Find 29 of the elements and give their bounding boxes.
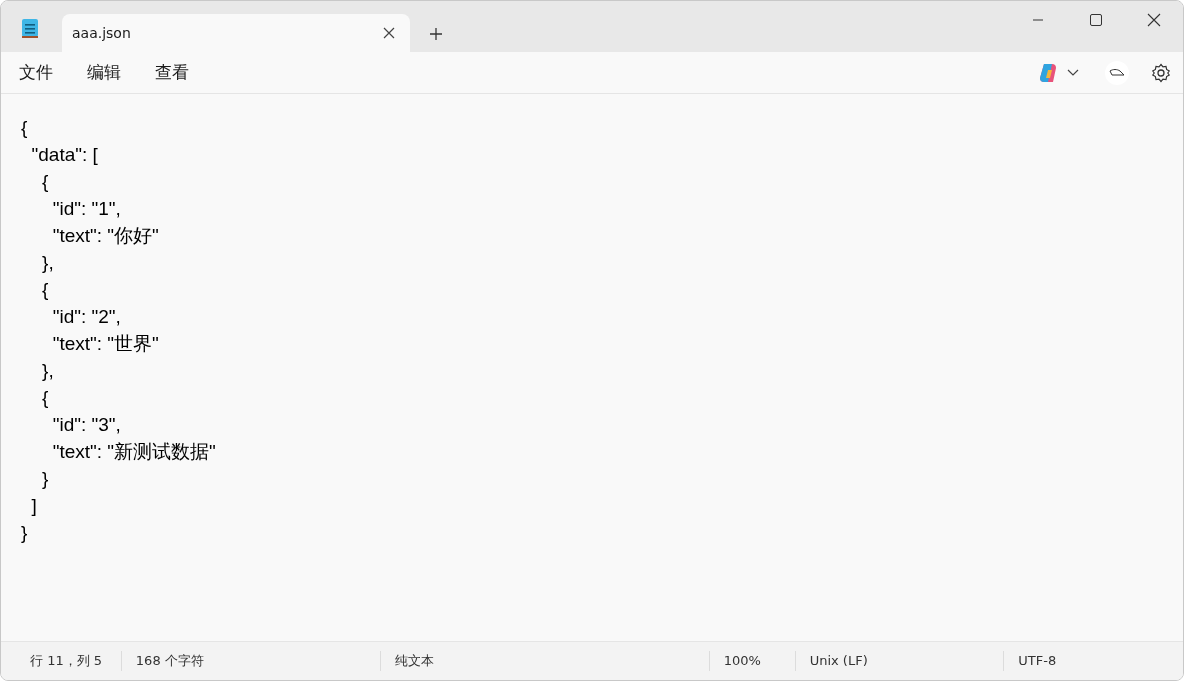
status-text: Unix (LF) [794, 651, 1004, 671]
menu-item[interactable]: 编辑 [77, 57, 131, 88]
code-line: "text": "你好" [51, 224, 160, 248]
code-line: "text": "新测试数据" [51, 440, 217, 464]
code-line: "id": "2", [51, 305, 122, 329]
notepad-icon [21, 17, 39, 39]
code-line: "text": "世界" [51, 332, 160, 356]
code-line: } [21, 521, 29, 545]
code-line: }, [41, 359, 55, 383]
status-text: 行 11，列 5 [29, 652, 104, 670]
code-line: }, [41, 251, 55, 275]
code-line: "id": "3", [51, 413, 122, 437]
code-line: { [41, 278, 50, 302]
code-line: { [41, 170, 50, 194]
status-text: UTF-8 [1003, 651, 1183, 671]
status-text: 168 个字符 [120, 651, 381, 671]
tab-label: aaa.json [72, 25, 132, 41]
text-editor[interactable]: { "data": [ { "id": "1", "text": "你好" }, { "id": "2", "text": "世界" }, { "id": "3", "text": "新测试数据" } ] } [1, 94, 1183, 641]
status-text: 100% [708, 651, 795, 671]
code-line: { [41, 386, 50, 410]
code-line: "id": "1", [51, 197, 122, 221]
menu-item[interactable]: 查看 [145, 57, 199, 88]
code-line: { [21, 116, 29, 140]
menu-item[interactable]: 文件 [9, 57, 63, 88]
code-line: ] [30, 494, 38, 518]
code-line: "data": [ [30, 143, 99, 167]
code-line: } [41, 467, 50, 491]
status-text: 纯文本 [380, 651, 709, 671]
file-tab[interactable]: aaa.json [62, 14, 410, 52]
